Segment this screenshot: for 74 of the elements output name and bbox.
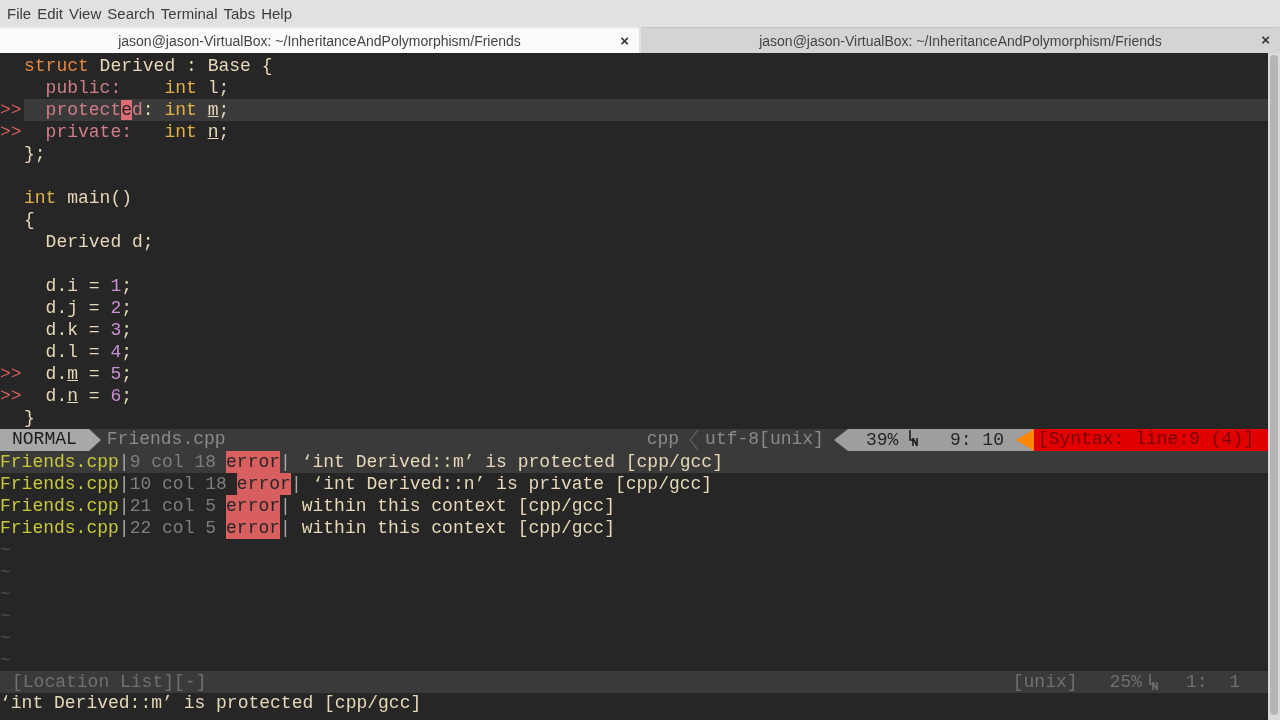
line-number-icon	[1148, 673, 1158, 691]
error-sign: >>	[0, 121, 23, 143]
code-line: };	[24, 143, 47, 165]
file-name: Friends.cpp	[0, 495, 119, 517]
error-sign: >>	[0, 385, 23, 407]
separator-chevron-icon	[689, 429, 700, 451]
terminal-tab[interactable]: jason@jason-VirtualBox: ~/InheritanceAndPolymorphism/Friends ×	[641, 27, 1280, 53]
error-tag: error	[226, 495, 281, 517]
error-message: within this context [cpp/gcc]	[300, 517, 615, 539]
filler-line: ~	[0, 583, 12, 605]
line-location: 21 col 5	[129, 495, 218, 517]
file-name: Friends.cpp	[0, 517, 119, 539]
menu-item[interactable]: View	[66, 5, 105, 22]
file-name: Friends.cpp	[0, 451, 119, 473]
error-tag: error	[226, 451, 281, 473]
code-line: {	[24, 209, 36, 231]
cursor-position: 9: 10	[948, 430, 1004, 450]
code-line: struct Derived : Base {	[24, 55, 274, 77]
filler-line: ~	[0, 561, 12, 583]
menu-item[interactable]: Edit	[34, 5, 67, 22]
menu-item[interactable]: Terminal	[157, 5, 221, 22]
divider: |	[280, 451, 291, 473]
code-line: public: int l;	[44, 77, 231, 99]
divider: |	[290, 473, 302, 495]
menu-item[interactable]: Search	[104, 5, 158, 22]
line-location: 9 col 18	[129, 451, 218, 473]
syntax-warning: [Syntax: line:9 (4)]	[1033, 429, 1268, 451]
code-line: private: int n;	[44, 121, 231, 143]
code-line: d.j = 2;	[44, 297, 134, 319]
quickfix-entry[interactable]: Friends.cpp|22 col 5 error| within this context [cpp/gcc]	[0, 517, 1268, 539]
divider: |	[280, 517, 291, 539]
filler-line: ~	[0, 649, 12, 671]
code-line: d.l = 4;	[44, 341, 134, 363]
filler-line: ~	[0, 605, 12, 627]
menu-item[interactable]: Tabs	[220, 5, 259, 22]
error-sign: >>	[0, 99, 23, 121]
error-sign: >>	[0, 363, 23, 385]
encoding-label: utf-8[unix]	[704, 429, 825, 451]
filler-line: ~	[0, 627, 12, 649]
divider: |	[118, 517, 130, 539]
error-tag: error	[236, 473, 291, 495]
menu-item[interactable]: File	[4, 5, 35, 22]
quickfix-entry[interactable]: Friends.cpp|21 col 5 error| within this context [cpp/gcc]	[0, 495, 1268, 517]
quickfix-entry[interactable]: Friends.cpp|9 col 18 error| ‘int Derived::m’ is protected [cpp/gcc]	[0, 451, 1268, 473]
error-message: ‘int Derived::m’ is protected [cpp/gcc]	[300, 451, 723, 473]
error-message: within this context [cpp/gcc]	[300, 495, 615, 517]
divider: |	[280, 495, 291, 517]
code-line: int main()	[24, 187, 134, 209]
line-location: 10 col 18	[129, 473, 228, 495]
divider: |	[118, 451, 130, 473]
error-tag: error	[226, 517, 281, 539]
code-line: }	[24, 407, 36, 429]
terminal-tab[interactable]: jason@jason-VirtualBox: ~/InheritanceAndPolymorphism/Friends ×	[0, 27, 639, 53]
line-location: 22 col 5	[129, 517, 218, 539]
filetype-label: cpp	[645, 429, 681, 451]
file-name: Friends.cpp	[105, 429, 227, 451]
command-line-message: ‘int Derived::m’ is protected [cpp/gcc]	[0, 693, 422, 713]
code-line: d.i = 1;	[44, 275, 134, 297]
file-name: Friends.cpp	[0, 473, 119, 495]
close-button[interactable]: ×	[1261, 31, 1270, 48]
quickfix-entry[interactable]: Friends.cpp|10 col 18 error| ‘int Derived::n’ is private [cpp/gcc]	[0, 473, 1268, 495]
percent-label: 39%	[865, 430, 899, 450]
divider: |	[118, 473, 130, 495]
code-line: d.n = 6;	[44, 385, 134, 407]
separator-arrow-icon	[88, 429, 103, 451]
divider: |	[118, 495, 130, 517]
code-line: d.k = 3;	[44, 319, 134, 341]
code-line: Derived d;	[44, 231, 155, 253]
scrollbar-thumb[interactable]	[1270, 55, 1278, 715]
menu-item[interactable]: Help	[258, 5, 296, 22]
close-button[interactable]: ×	[620, 32, 629, 49]
error-message: ‘int Derived::n’ is private [cpp/gcc]	[311, 473, 713, 495]
filler-line: ~	[0, 539, 12, 561]
code-line: d.m = 5;	[44, 363, 134, 385]
